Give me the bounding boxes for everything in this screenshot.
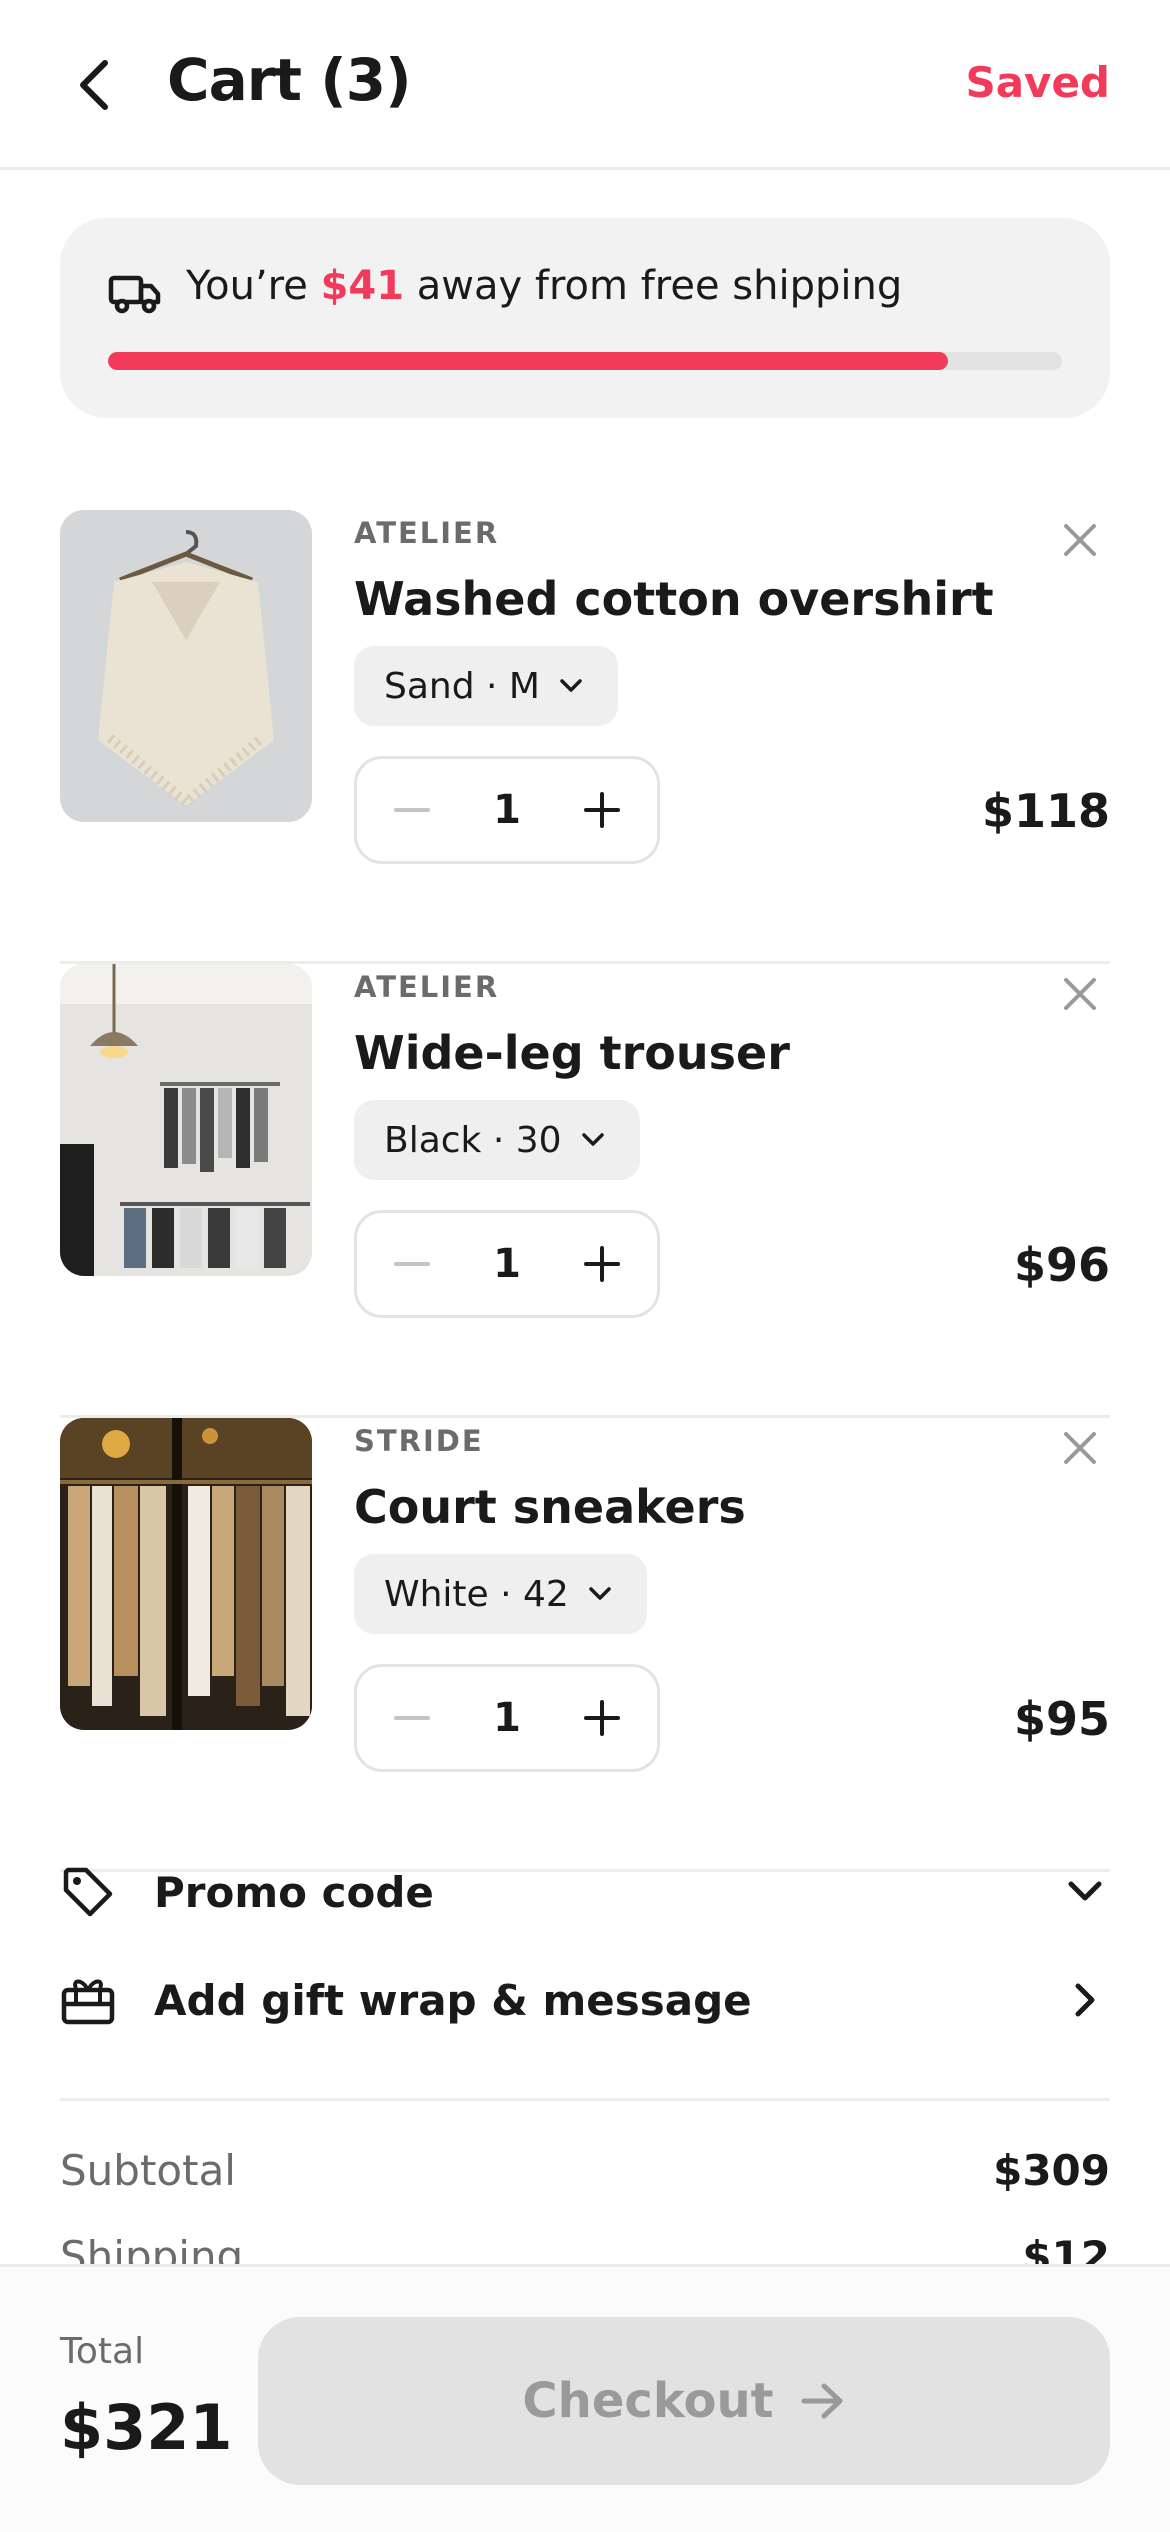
subtotal-value: $309 — [993, 2146, 1110, 2195]
chevron-right-icon — [1060, 1975, 1110, 2025]
gift-wrap-label: Add gift wrap & message — [154, 1975, 752, 2025]
variant-selector[interactable]: White · 42 — [354, 1554, 647, 1634]
variant-label: Sand · M — [384, 665, 540, 707]
item-name[interactable]: Court sneakers — [354, 1480, 746, 1534]
quantity-stepper: 1 — [354, 1210, 660, 1318]
item-price: $95 — [1013, 1692, 1110, 1746]
back-button[interactable] — [60, 50, 130, 120]
variant-selector[interactable]: Sand · M — [354, 646, 618, 726]
plus-icon — [584, 792, 620, 828]
checkout-label: Checkout — [522, 2373, 774, 2429]
page-title: Cart (3) — [167, 46, 412, 114]
divider — [60, 2098, 1110, 2101]
minus-icon — [394, 808, 430, 812]
item-price: $118 — [981, 784, 1110, 838]
variant-label: Black · 30 — [384, 1119, 562, 1161]
tag-icon — [60, 1864, 116, 1920]
quantity-value: 1 — [493, 787, 521, 833]
product-image[interactable] — [60, 510, 312, 822]
plus-icon — [584, 1700, 620, 1736]
total-label: Total — [60, 2331, 145, 2372]
increase-quantity-button[interactable] — [575, 1237, 629, 1291]
free-shipping-message: You’re $41 away from free shipping — [186, 263, 903, 309]
quantity-value: 1 — [493, 1241, 521, 1287]
chevron-down-icon — [589, 1587, 611, 1600]
plus-icon — [584, 1246, 620, 1282]
free-shipping-banner: You’re $41 away from free shipping — [60, 218, 1110, 418]
truck-icon — [108, 275, 161, 314]
decrease-quantity-button[interactable] — [385, 1237, 439, 1291]
quantity-value: 1 — [493, 1695, 521, 1741]
quantity-stepper: 1 — [354, 1664, 660, 1772]
saved-link[interactable]: Saved — [965, 58, 1110, 107]
promo-code-row[interactable]: Promo code — [60, 1842, 1110, 1942]
cart-item: ATELIER Wide-leg trouser Black · 30 1 $9… — [60, 964, 1110, 1418]
variant-label: White · 42 — [384, 1573, 569, 1615]
gift-icon — [60, 1972, 116, 2028]
gift-wrap-row[interactable]: Add gift wrap & message — [60, 1950, 1110, 2050]
app-header: Cart (3) Saved — [0, 0, 1170, 170]
chevron-left-icon — [80, 60, 108, 110]
total-value: $321 — [60, 2391, 233, 2464]
cart-item: STRIDE Court sneakers White · 42 1 $95 — [60, 1418, 1110, 1872]
cart-item: ATELIER Washed cotton overshirt Sand · M… — [60, 510, 1110, 964]
remove-item-button[interactable] — [1050, 964, 1110, 1024]
item-name[interactable]: Wide-leg trouser — [354, 1026, 790, 1080]
item-brand: STRIDE — [354, 1424, 484, 1458]
chevron-down-icon — [560, 679, 582, 692]
remove-item-button[interactable] — [1050, 510, 1110, 570]
close-icon — [1064, 978, 1096, 1010]
checkout-bar: Total $321 Checkout — [0, 2264, 1170, 2532]
close-icon — [1064, 524, 1096, 556]
product-image[interactable] — [60, 964, 312, 1276]
increase-quantity-button[interactable] — [575, 1691, 629, 1745]
subtotal-row: Subtotal $309 — [60, 2146, 1110, 2195]
minus-icon — [394, 1716, 430, 1720]
decrease-quantity-button[interactable] — [385, 783, 439, 837]
checkout-button[interactable]: Checkout — [258, 2317, 1110, 2485]
item-brand: ATELIER — [354, 970, 500, 1004]
close-icon — [1064, 1432, 1096, 1464]
cart-screen: Cart (3) Saved You’re $41 away from free… — [0, 0, 1170, 2532]
shipping-progress-bar — [108, 352, 1062, 370]
remove-item-button[interactable] — [1050, 1418, 1110, 1478]
product-image[interactable] — [60, 1418, 312, 1730]
decrease-quantity-button[interactable] — [385, 1691, 439, 1745]
quantity-stepper: 1 — [354, 756, 660, 864]
increase-quantity-button[interactable] — [575, 783, 629, 837]
subtotal-label: Subtotal — [60, 2146, 236, 2195]
item-price: $96 — [1013, 1238, 1110, 1292]
chevron-down-icon — [581, 1133, 604, 1146]
item-brand: ATELIER — [354, 516, 500, 550]
item-name[interactable]: Washed cotton overshirt — [354, 572, 994, 626]
variant-selector[interactable]: Black · 30 — [354, 1100, 640, 1180]
chevron-down-icon — [1060, 1867, 1110, 1917]
promo-code-label: Promo code — [154, 1867, 434, 1917]
arrow-right-icon — [801, 2383, 843, 2419]
amount-remaining: $41 — [320, 263, 405, 309]
minus-icon — [394, 1262, 430, 1266]
shipping-progress-fill — [108, 352, 948, 370]
